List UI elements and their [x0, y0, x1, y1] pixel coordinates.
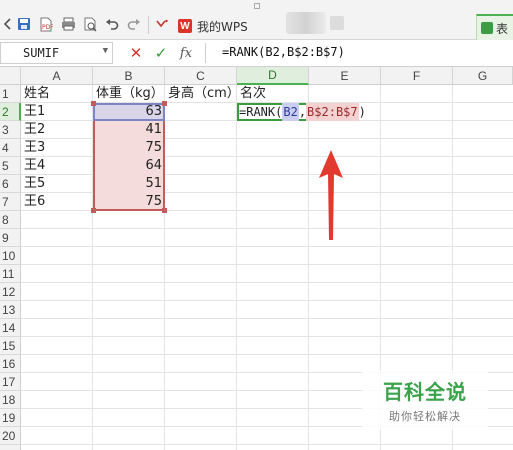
confirm-formula-button[interactable]: ✓	[152, 44, 170, 62]
row-header-9[interactable]: 9	[0, 229, 21, 247]
cell-a4[interactable]: 王3	[21, 139, 93, 157]
cell-b2[interactable]: 63	[93, 103, 165, 121]
export-pdf-icon[interactable]: PDF	[38, 16, 54, 32]
row-header-7[interactable]: 7	[0, 193, 21, 211]
formula-ref-range: B$2:B$7	[306, 103, 359, 121]
chevron-down-icon[interactable]: ▼	[103, 46, 108, 56]
cell-a3[interactable]: 王2	[21, 121, 93, 139]
redo-icon[interactable]	[126, 16, 142, 32]
column-headers: A B C D E F G	[0, 67, 513, 85]
row-header-6[interactable]: 6	[0, 175, 21, 193]
row-header-13[interactable]: 13	[0, 301, 21, 319]
tab-my-wps-label: 我的WPS	[197, 19, 248, 34]
cell-a2[interactable]: 王1	[21, 103, 93, 121]
cell-b5[interactable]: 64	[93, 157, 165, 175]
blurred-tab[interactable]	[286, 12, 326, 34]
cancel-formula-button[interactable]: ✕	[127, 44, 145, 62]
row-header-4[interactable]: 4	[0, 139, 21, 157]
row-header-3[interactable]: 3	[0, 121, 21, 139]
row-header-12[interactable]: 12	[0, 283, 21, 301]
row-header-1[interactable]: 1	[0, 85, 21, 103]
row-header-11[interactable]: 11	[0, 265, 21, 283]
tab-sheet-label: 表	[496, 21, 509, 36]
watermark-title: 百科全说	[383, 380, 467, 404]
cell-b7[interactable]: 75	[93, 193, 165, 211]
print-icon[interactable]	[60, 16, 76, 32]
undo-icon[interactable]	[104, 16, 120, 32]
row-headers: 1 2 3 4 5 6 7 8 9 10 11 12 13 14 15 16 1…	[0, 85, 21, 450]
column-header-d[interactable]: D	[237, 67, 309, 85]
sheet-icon	[481, 22, 493, 34]
formula-bar-divider	[205, 43, 206, 63]
insert-function-button[interactable]: fx	[176, 44, 196, 62]
chevron-left-icon[interactable]	[0, 16, 16, 32]
column-header-g[interactable]: G	[453, 67, 513, 85]
cell-d1[interactable]: 名次	[237, 85, 309, 103]
toolbar-divider	[148, 16, 149, 34]
cell-b6[interactable]: 51	[93, 175, 165, 193]
watermark-subtitle: 助你轻松解决	[389, 410, 461, 423]
name-box-value: SUMIF	[23, 46, 60, 60]
column-header-a[interactable]: A	[21, 67, 93, 85]
cell-a7[interactable]: 王6	[21, 193, 93, 211]
toolbar: PDF W 我的WPS 表	[0, 0, 513, 40]
row-header-17[interactable]: 17	[0, 373, 21, 391]
cell-a6[interactable]: 王5	[21, 175, 93, 193]
select-all-corner[interactable]	[0, 67, 21, 85]
print-preview-icon[interactable]	[82, 16, 98, 32]
dropdown-icon[interactable]	[154, 16, 170, 32]
formula-suffix: )	[358, 105, 366, 119]
svg-text:PDF: PDF	[42, 24, 53, 31]
row-header-15[interactable]: 15	[0, 337, 21, 355]
row-header-16[interactable]: 16	[0, 355, 21, 373]
row-header-2[interactable]: 2	[0, 103, 21, 121]
row-header-19[interactable]: 19	[0, 409, 21, 427]
row-header-8[interactable]: 8	[0, 211, 21, 229]
formula-prefix: =RANK(	[239, 105, 283, 119]
column-header-f[interactable]: F	[381, 67, 453, 85]
row-header-5[interactable]: 5	[0, 157, 21, 175]
cell-d2-editor[interactable]: =RANK( B2 , B$2:B$7 )	[239, 103, 366, 121]
window-restore-icon[interactable]	[254, 3, 260, 9]
row-header-20[interactable]: 20	[0, 427, 21, 445]
watermark-logo: 百科全说 助你轻松解决	[362, 370, 488, 430]
wps-logo: W	[178, 19, 192, 33]
column-header-b[interactable]: B	[93, 67, 165, 85]
row-header-14[interactable]: 14	[0, 319, 21, 337]
cell-b1[interactable]: 体重（kg）	[93, 85, 173, 103]
cell-b3[interactable]: 41	[93, 121, 165, 139]
row-header-18[interactable]: 18	[0, 391, 21, 409]
tab-my-wps[interactable]: W 我的WPS	[178, 14, 248, 38]
save-icon[interactable]	[16, 16, 32, 32]
formula-comma: ,	[298, 105, 307, 119]
cell-b4[interactable]: 75	[93, 139, 165, 157]
red-arrow-annotation	[319, 150, 343, 240]
cell-c1[interactable]: 身高（cm）	[165, 85, 245, 103]
column-header-c[interactable]: C	[165, 67, 237, 85]
column-header-e[interactable]: E	[309, 67, 381, 85]
formula-input[interactable]: =RANK(B2,B$2:B$7)	[222, 45, 345, 59]
blurred-icon	[330, 16, 344, 30]
row-header-10[interactable]: 10	[0, 247, 21, 265]
tab-sheet[interactable]: 表	[476, 14, 513, 40]
name-box[interactable]: SUMIF ▼	[0, 42, 113, 64]
cell-a1[interactable]: 姓名	[21, 85, 93, 103]
cell-a5[interactable]: 王4	[21, 157, 93, 175]
formula-bar: SUMIF ▼ ✕ ✓ fx =RANK(B2,B$2:B$7)	[0, 40, 513, 67]
formula-ref-b2: B2	[282, 103, 299, 121]
